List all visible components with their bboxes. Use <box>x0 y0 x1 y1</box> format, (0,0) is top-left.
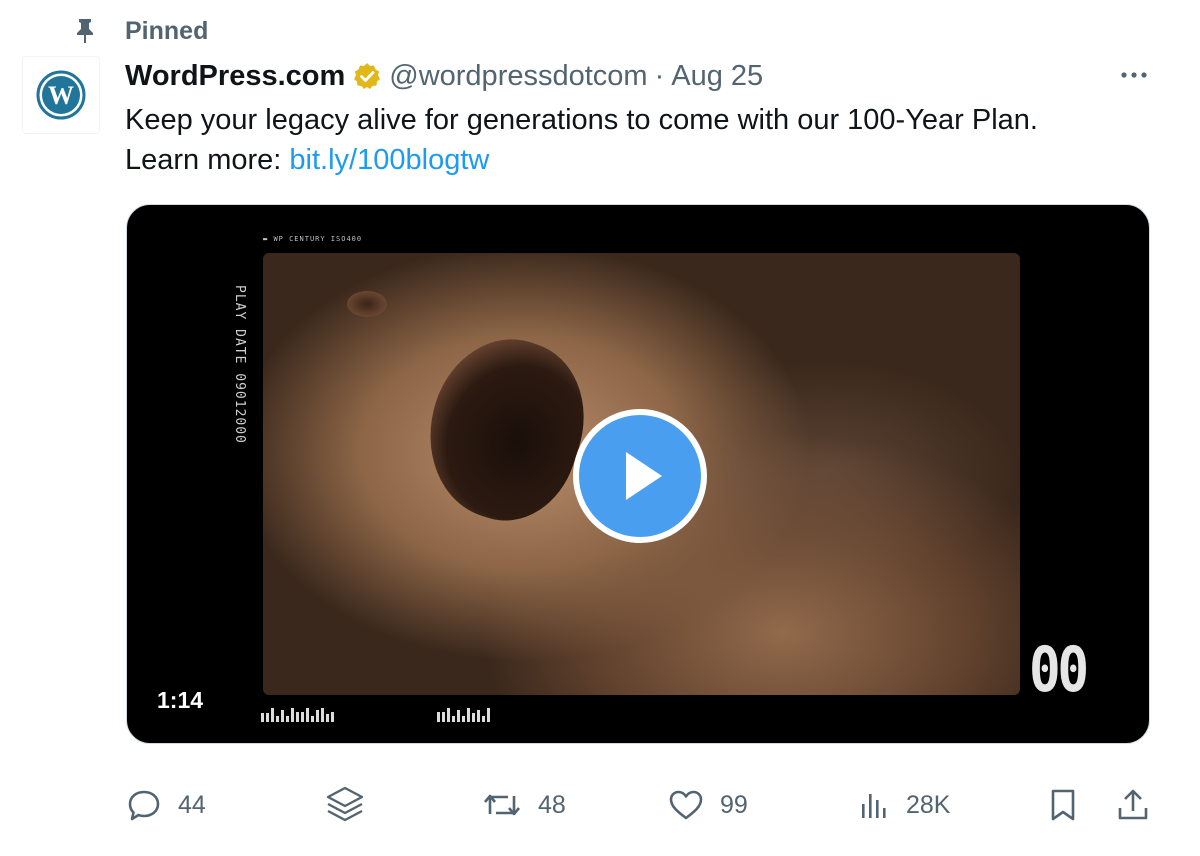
learn-more-label: Learn more: <box>125 144 290 176</box>
bookmark-icon <box>1051 789 1075 821</box>
wordpress-logo-icon: W <box>36 70 86 120</box>
film-barcode <box>261 708 334 722</box>
film-top-text: WP CENTURY ISO400 <box>273 235 363 243</box>
film-top-label: ▬ WP CENTURY ISO400 <box>263 235 363 243</box>
film-side-label: PLAY DATE 09012000 <box>232 285 247 444</box>
tweet-header: WordPress.com @wordpressdotcom · Aug 25 <box>125 56 763 96</box>
views-count: 28K <box>906 790 951 819</box>
analytics-icon <box>862 794 886 818</box>
layers-button[interactable] <box>324 780 366 830</box>
layers-icon <box>326 786 364 822</box>
tweet-date[interactable]: Aug 25 <box>671 60 763 93</box>
pin-icon <box>77 19 93 43</box>
verified-badge-icon[interactable] <box>353 62 381 90</box>
frame-counter: 00 <box>1029 633 1089 706</box>
video-still-detail <box>406 320 606 538</box>
retweet-count: 48 <box>538 790 566 819</box>
share-button[interactable] <box>1116 780 1150 830</box>
tweet-actions: 44 48 99 28K <box>126 780 1156 830</box>
avatar[interactable]: W <box>22 56 100 134</box>
reply-button[interactable]: 44 <box>126 780 206 830</box>
bookmark-button[interactable] <box>1048 780 1078 830</box>
film-barcode <box>437 708 490 722</box>
tweet-text-line1: Keep your legacy alive for generations t… <box>125 104 1038 136</box>
like-count: 99 <box>720 790 748 819</box>
play-icon <box>626 452 662 500</box>
video-duration: 1:14 <box>157 687 204 713</box>
reply-icon <box>128 790 160 821</box>
heart-icon <box>669 790 703 820</box>
pinned-indicator: Pinned <box>74 14 208 48</box>
retweet-icon <box>484 794 520 816</box>
author-handle[interactable]: @wordpressdotcom <box>389 60 647 93</box>
share-icon <box>1118 789 1148 820</box>
tweet-text-line2: Learn more: bit.ly/100blogtw <box>125 140 1165 180</box>
tweet-text: Keep your legacy alive for generations t… <box>125 100 1165 180</box>
video-player[interactable]: ▬ WP CENTURY ISO400 PLAY DATE 09012000 0… <box>126 204 1150 744</box>
more-options-icon[interactable] <box>1117 64 1151 86</box>
reply-count: 44 <box>178 790 206 819</box>
pinned-label: Pinned <box>125 16 209 45</box>
views-button[interactable]: 28K <box>858 780 950 830</box>
separator-dot: · <box>654 59 665 92</box>
retweet-button[interactable]: 48 <box>482 780 566 830</box>
tweet-link[interactable]: bit.ly/100blogtw <box>289 144 489 176</box>
author-name[interactable]: WordPress.com <box>125 60 345 93</box>
like-button[interactable]: 99 <box>668 780 748 830</box>
video-still-detail <box>347 291 387 317</box>
svg-text:W: W <box>48 81 74 110</box>
play-button[interactable] <box>573 409 707 543</box>
